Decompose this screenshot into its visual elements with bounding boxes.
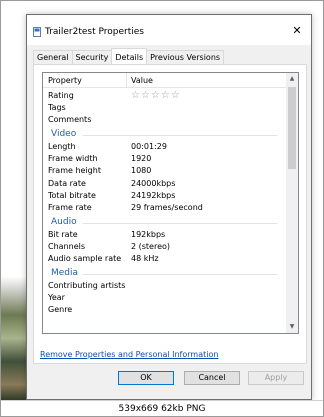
property-name: Audio sample rate [48,254,122,264]
ok-button[interactable]: OK [118,371,174,385]
rating-stars-icon[interactable]: ☆☆☆☆☆ [131,90,181,102]
property-name: Contributing artists [48,281,126,291]
group-header-audio: Audio [43,214,287,229]
image-info-text: 539x669 62kb PNG [118,404,206,414]
tab-bar: General Security Details Previous Versio… [33,48,225,64]
property-name: Comments [48,115,92,125]
properties-dialog: Trailer2test Properties ✕ General Securi… [26,14,312,400]
group-divider [83,274,277,276]
image-info-footer: 539x669 62kb PNG [0,400,324,417]
property-row[interactable]: Frame width 1920 [43,153,287,165]
group-divider [83,222,277,224]
details-panel: Property Value Rating ☆☆☆☆☆ Tags Comments Vi… [33,64,307,364]
property-row[interactable]: Comments [43,114,287,126]
property-name: Data rate [48,178,86,188]
group-name: Video [51,129,77,140]
property-value[interactable]: 00:01:29 [131,141,167,153]
file-icon [33,27,41,37]
tab-details[interactable]: Details [111,48,148,64]
property-row[interactable]: Bit rate 192kbps [43,229,287,241]
group-header-video: Video [43,126,287,141]
property-row[interactable]: Tags [43,102,287,114]
property-value[interactable]: 48 kHz [131,253,159,265]
property-name: Length [48,142,76,152]
list-header: Property Value [43,73,287,88]
property-value[interactable]: 1080 [131,165,151,177]
property-value[interactable]: 24192kbps [131,190,175,202]
property-name: Rating [48,91,74,100]
tab-previous-versions[interactable]: Previous Versions [146,50,225,64]
property-name: Channels [48,241,86,251]
property-name: Tags [48,103,66,113]
property-row[interactable]: Frame height 1080 [43,165,287,177]
property-row[interactable]: Genre [43,304,287,316]
cancel-button[interactable]: Cancel [184,371,240,385]
property-name: Bit rate [48,229,78,239]
property-value[interactable]: 29 frames/second [131,202,203,214]
group-divider [83,135,277,137]
group-header-media: Media [43,265,287,280]
property-row[interactable]: Audio sample rate 48 kHz [43,253,287,265]
property-value[interactable]: 2 (stereo) [131,241,170,253]
property-name: Frame height [48,166,101,176]
property-value[interactable]: 24000kbps [131,178,175,190]
close-button[interactable]: ✕ [291,25,303,37]
scroll-thumb[interactable] [288,87,296,169]
column-header-property[interactable]: Property [48,73,82,88]
property-name: Total bitrate [48,190,96,200]
column-divider[interactable] [126,73,127,88]
desktop-background [1,14,26,400]
scroll-up-arrow-icon[interactable]: ▲ [286,73,298,85]
property-rows: Rating ☆☆☆☆☆ Tags Comments Video Length 00:01:… [43,90,287,316]
tab-security[interactable]: Security [71,50,113,64]
group-name: Audio [51,216,77,227]
property-list: Property Value Rating ☆☆☆☆☆ Tags Comments Vi… [42,72,299,334]
property-value[interactable]: 1920 [131,153,151,165]
property-row[interactable]: Length 00:01:29 [43,141,287,153]
vertical-scrollbar[interactable]: ▲ ▼ [286,73,298,333]
property-value[interactable]: 192kbps [131,229,165,241]
group-name: Media [51,268,79,279]
property-name: Year [48,293,65,303]
property-name: Frame width [48,154,98,164]
property-row[interactable]: Total bitrate 24192kbps [43,190,287,202]
scroll-down-arrow-icon[interactable]: ▼ [286,321,298,333]
column-header-value[interactable]: Value [131,73,153,88]
window-title: Trailer2test Properties [45,27,144,37]
property-name: Frame rate [48,202,92,212]
property-row[interactable]: Frame rate 29 frames/second [43,202,287,214]
property-row[interactable]: Year [43,292,287,304]
property-row[interactable]: Rating ☆☆☆☆☆ [43,90,287,102]
tab-general[interactable]: General [33,50,73,64]
property-name: Genre [48,305,73,315]
property-row[interactable]: Channels 2 (stereo) [43,241,287,253]
remove-properties-link[interactable]: Remove Properties and Personal Informati… [40,350,218,359]
property-row[interactable]: Data rate 24000kbps [43,178,287,190]
property-row[interactable]: Contributing artists [43,280,287,292]
apply-button[interactable]: Apply [248,371,304,385]
title-bar: Trailer2test Properties ✕ [27,15,311,45]
